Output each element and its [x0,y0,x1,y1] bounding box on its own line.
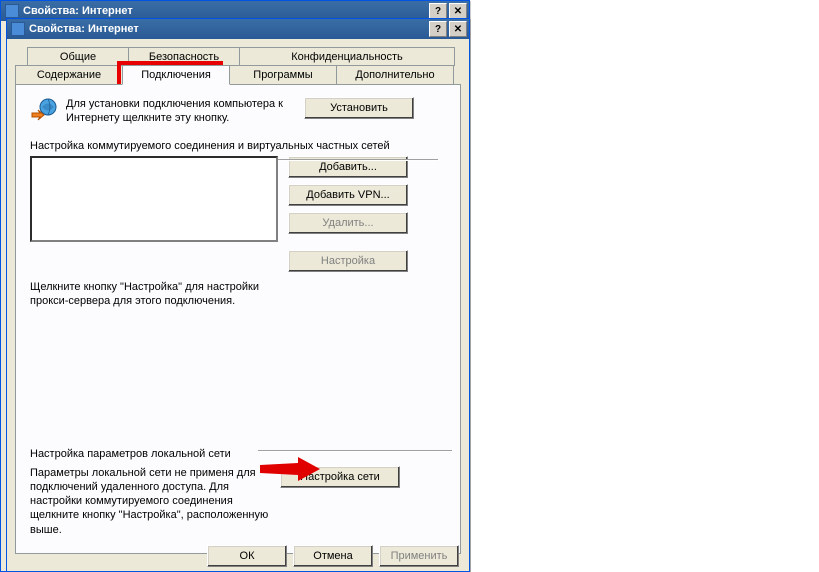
setup-button[interactable]: Установить [304,97,414,119]
tab-programs[interactable]: Программы [229,65,337,85]
add-vpn-button[interactable]: Добавить VPN... [288,184,408,206]
help-button[interactable]: ? [429,21,447,37]
tab-advanced[interactable]: Дополнительно [336,65,454,85]
setup-text: Для установки подключения компьютера к И… [66,97,296,126]
tab-privacy[interactable]: Конфиденциальность [239,47,455,66]
tab-security[interactable]: Безопасность [128,47,240,66]
settings-button[interactable]: Настройка [288,250,408,272]
lan-settings-button[interactable]: Настройка сети [280,466,400,488]
globe-wizard-icon [30,97,58,123]
window-title: Свойства: Интернет [29,23,429,35]
tab-connections[interactable]: Подключения [122,65,230,85]
remove-button[interactable]: Удалить... [288,212,408,234]
lan-text: Параметры локальной сети не применя для … [30,466,270,537]
window-icon [5,4,19,18]
close-button[interactable]: ✕ [449,3,467,19]
close-button[interactable]: ✕ [449,21,467,37]
cancel-button[interactable]: Отмена [293,545,373,567]
tab-panel-connections: Для установки подключения компьютера к И… [15,84,461,554]
window-icon [11,22,25,36]
apply-button[interactable]: Применить [379,545,459,567]
window-title-back: Свойства: Интернет [23,5,429,17]
ok-button[interactable]: ОК [207,545,287,567]
dialup-label: Настройка коммутируемого соединения и ви… [30,140,446,152]
titlebar: Свойства: Интернет ? ✕ [7,19,469,39]
properties-window: Свойства: Интернет ? ✕ Общие Безопасност… [6,18,470,572]
client-area: Общие Безопасность Конфиденциальность Со… [7,39,469,571]
proxy-hint: Щелкните кнопку "Настройка" для настройк… [30,280,280,309]
help-button[interactable]: ? [429,3,447,19]
tab-content[interactable]: Содержание [15,65,123,85]
tab-general[interactable]: Общие [27,47,129,66]
connections-listbox[interactable] [30,156,278,242]
